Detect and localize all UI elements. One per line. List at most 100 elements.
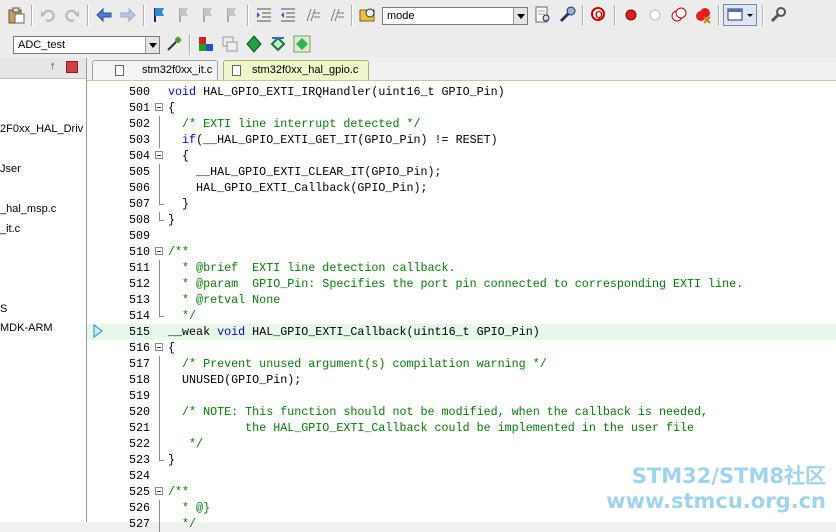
insert-breakpoint-icon[interactable] (621, 5, 641, 25)
watermark-line1: STM32/STM8社区 (631, 464, 826, 488)
unindent-icon[interactable] (278, 5, 298, 25)
code-line[interactable]: 513 * @retval None (87, 292, 836, 308)
next-bookmark-icon[interactable] (198, 5, 218, 25)
incremental-find-icon[interactable] (557, 5, 577, 25)
code-line[interactable]: 505 __HAL_GPIO_EXTI_CLEAR_IT(GPIO_Pin); (87, 164, 836, 180)
line-number: 502 (128, 117, 150, 131)
fold-line (155, 132, 164, 148)
comment-icon[interactable] (302, 5, 322, 25)
undo-icon[interactable] (38, 5, 58, 25)
code-line[interactable]: 512 * @param GPIO_Pin: Specifies the por… (87, 276, 836, 292)
tree-item[interactable]: Jser (0, 163, 21, 175)
fold-toggle-icon[interactable] (155, 100, 164, 116)
copy-layout-icon[interactable] (220, 34, 240, 54)
manage-project-icon[interactable] (196, 34, 216, 54)
green-diamond-outline-icon[interactable] (268, 34, 288, 54)
comment-token: * @param GPIO_Pin: Specifies the port pi… (168, 277, 744, 291)
tab-stm32f0xx-it[interactable]: stm32f0xx_it.c (92, 60, 218, 80)
code-line[interactable]: 519 (87, 388, 836, 404)
fold-line (155, 356, 164, 372)
comment-token: * @} (168, 501, 211, 515)
bookmark-icon[interactable] (150, 5, 170, 25)
tree-item[interactable]: S (0, 303, 7, 315)
keyword-token: if (182, 133, 197, 147)
tab-stm32f0xx-hal-gpio[interactable]: stm32f0xx_hal_gpio.c (223, 60, 369, 80)
code-line[interactable]: 500 void HAL_GPIO_EXTI_IRQHandler(uint16_… (87, 84, 836, 100)
code-line[interactable]: 504 { (87, 148, 836, 164)
line-number: 506 (128, 181, 150, 195)
code-line[interactable]: 508} (87, 212, 836, 228)
line-number: 524 (128, 469, 150, 483)
navigate-forward-icon[interactable] (118, 5, 138, 25)
code-line[interactable]: 522 */ (87, 436, 836, 452)
code-line[interactable]: 521 the HAL_GPIO_EXTI_Callback could be … (87, 420, 836, 436)
code-line[interactable]: 517 /* Prevent unused argument(s) compil… (87, 356, 836, 372)
code-text: /** (168, 484, 189, 500)
code-line[interactable]: 518 UNUSED(GPIO_Pin); (87, 372, 836, 388)
code-line[interactable]: 514 */ (87, 308, 836, 324)
tree-item[interactable]: _it.c (0, 223, 20, 235)
find-in-files-icon[interactable] (358, 5, 378, 25)
build-toolbar: ADC_test (0, 31, 836, 59)
code-line[interactable]: 502 /* EXTI line interrupt detected */ (87, 116, 836, 132)
code-line[interactable]: 503 if(__HAL_GPIO_EXTI_GET_IT(GPIO_Pin) … (87, 132, 836, 148)
prev-bookmark-icon[interactable] (174, 5, 194, 25)
pin-icon[interactable]: ↑ (50, 60, 56, 72)
code-text: void HAL_GPIO_EXTI_IRQHandler(uint16_t G… (168, 84, 505, 100)
code-line[interactable]: 515 __weak void HAL_GPIO_EXTI_Callback(ui… (87, 324, 836, 340)
line-number: 504 (128, 149, 150, 163)
settings-wrench-icon[interactable] (768, 5, 788, 25)
code-line[interactable]: 507 } (87, 196, 836, 212)
code-line[interactable]: 516 { (87, 340, 836, 356)
code-line[interactable]: 527 */ (87, 516, 836, 532)
code-editor[interactable]: 500 void HAL_GPIO_EXTI_IRQHandler(uint16_… (87, 81, 836, 532)
fold-toggle-icon[interactable] (155, 484, 164, 500)
chevron-down-icon[interactable] (513, 8, 527, 24)
project-panel-header: ↑ (0, 58, 86, 79)
uncomment-icon[interactable] (326, 5, 346, 25)
green-diamond-icon[interactable] (244, 34, 264, 54)
target-options-icon[interactable] (164, 34, 184, 54)
code-token: { (168, 101, 176, 115)
code-line[interactable]: 510 /** (87, 244, 836, 260)
project-panel: ↑ 2F0xx_HAL_Driv Jser _hal_msp.c _it.c S… (0, 58, 87, 522)
code-token: __weak (168, 325, 218, 339)
find-icon[interactable] (533, 5, 553, 25)
disable-all-breakpoints-icon[interactable] (669, 5, 689, 25)
paste-icon[interactable] (6, 5, 26, 25)
multi-diamond-icon[interactable] (292, 34, 312, 54)
line-number: 520 (128, 405, 150, 419)
find-combo-value: mode (387, 10, 415, 22)
chevron-down-icon[interactable] (145, 37, 159, 53)
editor-tab-bar: stm32f0xx_it.c stm32f0xx_hal_gpio.c (87, 58, 836, 81)
code-line[interactable]: 501 { (87, 100, 836, 116)
fold-line (155, 260, 164, 276)
tree-item[interactable]: 2F0xx_HAL_Driv (0, 123, 83, 135)
navigate-back-icon[interactable] (94, 5, 114, 25)
code-text: */ (168, 516, 196, 532)
code-line[interactable]: 506 HAL_GPIO_EXTI_Callback(GPIO_Pin); (87, 180, 836, 196)
code-line[interactable]: 520 /* NOTE: This function should not be… (87, 404, 836, 420)
code-token: } (168, 453, 176, 467)
close-icon[interactable] (66, 61, 78, 73)
disable-breakpoint-icon[interactable] (645, 5, 665, 25)
target-combo[interactable]: ADC_test (13, 36, 160, 54)
tree-item[interactable]: MDK-ARM (0, 322, 53, 334)
code-line[interactable]: 511 * @brief EXTI line detection callbac… (87, 260, 836, 276)
fold-toggle-icon[interactable] (155, 340, 164, 356)
kill-all-breakpoints-icon[interactable] (693, 5, 713, 25)
window-layout-button[interactable] (723, 4, 757, 26)
clear-bookmarks-icon[interactable] (222, 5, 242, 25)
fold-toggle-icon[interactable] (155, 244, 164, 260)
keyword-token: void (168, 85, 197, 99)
main-toolbar: mode Q (0, 0, 836, 32)
tree-item[interactable]: _hal_msp.c (0, 203, 56, 215)
fold-toggle-icon[interactable] (155, 148, 164, 164)
indent-icon[interactable] (254, 5, 274, 25)
find-combo[interactable]: mode (382, 7, 528, 25)
code-line[interactable]: 509 (87, 228, 836, 244)
code-text: * @param GPIO_Pin: Specifies the port pi… (168, 276, 743, 292)
redo-icon[interactable] (62, 5, 82, 25)
debug-session-icon[interactable]: Q (589, 5, 609, 25)
